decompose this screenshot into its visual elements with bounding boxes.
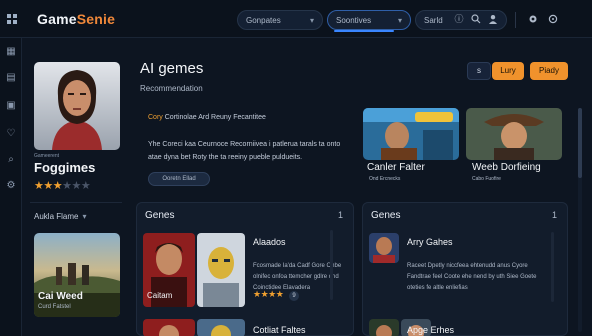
game-thumbnail[interactable] bbox=[369, 233, 399, 263]
star-empty-icon: ★ bbox=[71, 180, 82, 192]
panel-count: 1 bbox=[551, 210, 557, 220]
star-empty-icon: ★ bbox=[80, 180, 91, 192]
panel-title: Genes bbox=[145, 210, 175, 221]
rating-badge: 9 bbox=[289, 291, 299, 301]
heart-icon[interactable]: ♡ bbox=[5, 128, 17, 140]
game-title: Arry Gahes bbox=[407, 237, 453, 247]
hero-card-image[interactable] bbox=[466, 108, 562, 160]
gear-icon[interactable] bbox=[528, 14, 538, 24]
game-thumbnail[interactable] bbox=[143, 319, 195, 336]
search-placeholder: Sarld bbox=[424, 16, 443, 25]
nav-dropdown-categories[interactable]: Gonpates ▾ bbox=[237, 10, 323, 30]
info-icon[interactable]: ⓘ bbox=[454, 14, 464, 24]
page-title: AI gemes bbox=[140, 60, 204, 77]
hero-card-subtitle: Ond Ercnecks bbox=[369, 176, 401, 182]
primary-button-2[interactable]: Piady bbox=[530, 62, 568, 80]
chevron-down-icon: ▾ bbox=[397, 16, 402, 25]
game-thumbnail[interactable] bbox=[197, 319, 245, 336]
search-icon[interactable]: ⌕ bbox=[5, 154, 17, 166]
scrollbar-thumb[interactable] bbox=[578, 108, 582, 178]
game-thumbnail[interactable] bbox=[197, 233, 245, 307]
recommendation-block: Cory Cortinolae Ard Reuny Fecantitee Yhe… bbox=[140, 106, 350, 196]
thumbnail-label: Caitam bbox=[147, 291, 173, 300]
grid-icon[interactable]: ▦ bbox=[5, 46, 17, 58]
hero-card-title: Canler Falter bbox=[367, 162, 425, 173]
panel-title: Genes bbox=[371, 210, 401, 221]
app-logo[interactable]: GameSenie bbox=[37, 11, 115, 27]
nav-dropdown-label: Soontives bbox=[336, 15, 372, 25]
star-empty-icon: ★ bbox=[62, 180, 72, 192]
nav-dropdown-sources[interactable]: Soontives ▾ bbox=[327, 10, 411, 32]
primary-button-1[interactable]: Lury bbox=[492, 62, 524, 80]
game-description: Raceet Dpetly niccfeea ehtenudd anus Cyo… bbox=[407, 263, 537, 291]
library-icon[interactable]: ▤ bbox=[5, 72, 17, 84]
featured-rating: ★★★★★★ bbox=[34, 179, 91, 192]
filter-dropdown-label: Aukla Flame bbox=[34, 212, 79, 221]
hero-card-image[interactable] bbox=[363, 108, 459, 160]
game-title: Alaados bbox=[253, 237, 286, 247]
featured-title: Foggimes bbox=[34, 160, 96, 175]
chevron-down-icon: ▾ bbox=[82, 212, 87, 221]
games-panel-left: Genes 1 Caitam Alaados Fcosmade Ia'da Ca… bbox=[136, 202, 354, 336]
divider bbox=[30, 202, 122, 203]
store-icon[interactable]: ▣ bbox=[5, 100, 17, 112]
small-action-button[interactable]: s bbox=[467, 62, 491, 80]
scrollbar[interactable] bbox=[330, 230, 333, 300]
hero-card-subtitle: Cabo Fuofire bbox=[472, 176, 501, 182]
recommendation-tag: Cory Cortinolae Ard Reuny Fecantitee bbox=[148, 114, 266, 121]
star-filled-icon: ★ bbox=[34, 180, 44, 192]
user-icon[interactable] bbox=[488, 14, 498, 24]
page-scrollbar[interactable] bbox=[578, 108, 582, 332]
game-title: Cotliat Faltes bbox=[253, 325, 306, 335]
game-card-subtitle: Curd Fatstel bbox=[38, 304, 71, 310]
recommendation-description: Yhe Coreci kaa Ceurnoce Recorniivea i pa… bbox=[148, 141, 341, 161]
filter-dropdown[interactable]: Aukla Flame ▾ bbox=[34, 212, 86, 221]
game-thumbnail[interactable] bbox=[369, 319, 399, 336]
search-icon[interactable] bbox=[471, 14, 481, 24]
game-rating: ★★★★ bbox=[253, 289, 284, 299]
settings-icon[interactable]: ⚙ bbox=[5, 180, 17, 192]
game-card-title: Cai Weed bbox=[38, 291, 83, 302]
scrollbar[interactable] bbox=[551, 232, 554, 302]
panel-count: 1 bbox=[337, 210, 343, 220]
games-panel-right: Genes 1 Arry Gahes Raceet Dpetly niccfee… bbox=[362, 202, 568, 336]
share-icon[interactable] bbox=[548, 14, 558, 24]
nav-dropdown-label: Gonpates bbox=[246, 15, 281, 25]
chevron-down-icon: ▾ bbox=[309, 16, 314, 25]
game-title: Apge Erhes bbox=[407, 325, 455, 335]
recommendation-cta-button[interactable]: Ooretn Ellad bbox=[148, 172, 210, 186]
top-bar: GameSenie Gonpates ▾ Soontives ▾ Sarld ⓘ bbox=[0, 0, 592, 38]
toolbar-divider bbox=[515, 12, 516, 28]
featured-cover-image[interactable] bbox=[34, 62, 120, 150]
star-filled-icon: ★ bbox=[43, 180, 53, 192]
menu-icon[interactable] bbox=[6, 13, 18, 25]
featured-subtitle: Gameerent bbox=[34, 153, 60, 159]
page-subtitle: Recommendation bbox=[140, 84, 203, 93]
hero-card-title: Weeb Dorfieing bbox=[472, 162, 541, 173]
star-filled-icon: ★ bbox=[52, 180, 63, 192]
left-rail: ▦ ▤ ▣ ♡ ⌕ ⚙ bbox=[0, 38, 22, 336]
